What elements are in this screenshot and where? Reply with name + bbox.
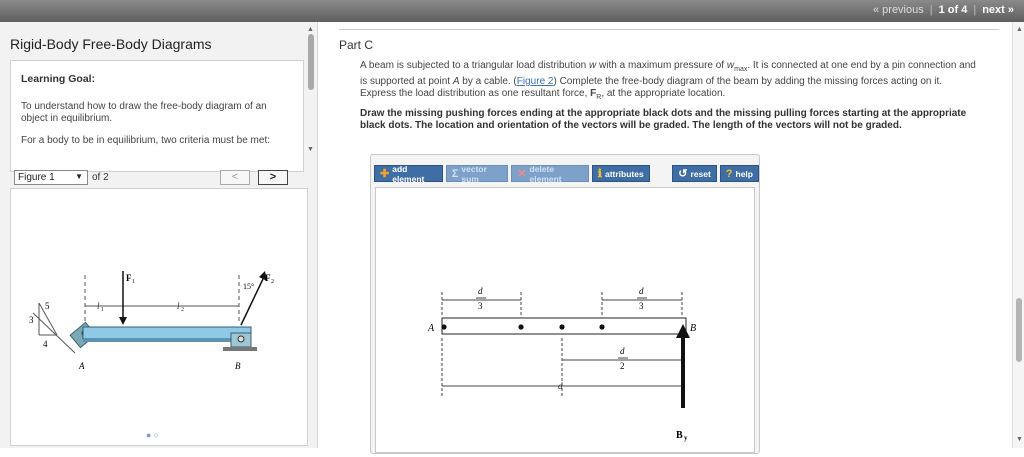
desc-text: by a cable. ( [459,76,517,87]
dim-d-label: d [558,381,563,391]
beam-figure: 5 3 4 A B l 1 l 2 F 1 F 2 15° [29,271,274,371]
pager-separator: | [973,4,977,16]
next-figure-button[interactable]: > [258,170,288,185]
drawing-toolbar: ✚ add element Σvector sum ✕ delete element… [374,163,759,184]
previous-link[interactable]: « previous [873,4,924,16]
page-position: 1 of 4 [938,4,968,16]
vector-sum-label: vector sum [461,163,487,184]
dim-d-label: d [620,346,625,356]
scroll-down-icon[interactable]: ▼ [1016,436,1023,443]
dim-3-label: 3 [639,301,644,311]
force-by-shaft[interactable] [681,334,685,408]
sigma-icon: Σ [451,167,459,180]
divider [339,29,999,30]
learning-goal-scrollbar[interactable]: ▲ ▼ [306,26,316,156]
fbd-canvas-svg: A B d 3 d 3 d 2 d B y [427,286,696,442]
point-a-symbol: A [452,76,460,87]
label-by: B [676,430,683,441]
desc-text: , at the appropriate location. [601,88,726,99]
figure-page-dots[interactable]: ●○ [146,430,161,440]
figure-navigation: Figure 1 ▼ of 2 < > [10,168,310,188]
problem-description: A beam is subjected to a triangular load… [360,60,980,104]
scroll-up-icon[interactable]: ▲ [307,26,314,33]
next-link[interactable]: next » [982,4,1014,16]
canvas-label-b: B [690,323,696,334]
learning-goal-text-2: For a body to be in equilibrium, two cri… [21,135,270,146]
dim-d-label: d [478,286,483,296]
pin-b [237,335,245,343]
pager-separator: | [929,4,933,16]
figure-select-value: Figure 1 [18,172,55,183]
drawing-canvas[interactable]: A B d 3 d 3 d 2 d B y [375,187,755,453]
label-b: B [235,361,241,371]
wmax-subscript: max [734,66,748,73]
figure-count: of 2 [92,172,109,183]
label-by-sub: y [684,434,688,442]
pager: « previous | 1 of 4 | next » [873,4,1014,16]
label-f2-sub: 2 [271,279,274,285]
dim-3-label: 3 [478,301,483,311]
scroll-up-icon[interactable]: ▲ [1016,26,1023,33]
desc-text: A beam is subjected to a triangular load… [360,60,590,71]
x-icon: ✕ [517,168,527,180]
page-scrollbar-thumb[interactable] [1016,298,1022,362]
instructions: Draw the missing pushing forces ending a… [360,108,967,131]
attributes-button[interactable]: ℹ attributes [591,165,650,182]
dim-d-label: d [639,286,644,296]
slope-four-label: 4 [43,339,48,349]
label-f1-sub: 1 [132,279,135,285]
chevron-down-icon: ▼ [75,172,83,181]
learning-goal-heading: Learning Goal: [21,73,96,85]
label-l1-sub: 1 [101,307,104,313]
desc-text: with a maximum pressure of [596,60,727,71]
attach-dot-a[interactable] [441,324,447,330]
figure-select[interactable]: Figure 1 ▼ [14,170,88,185]
page-scrollbar[interactable]: ▲ ▼ [1012,22,1024,448]
top-navigation-bar: « previous | 1 of 4 | next » [0,0,1024,22]
help-label: help [735,168,753,179]
beam-shadow [83,339,251,342]
info-icon: ℹ [597,168,602,180]
delete-element-label: delete element [529,163,562,184]
attach-dot[interactable] [599,324,605,330]
label-angle: 15° [243,282,254,291]
delete-element-button[interactable]: ✕ delete element [511,163,589,184]
beam [82,326,252,340]
canvas-label-a: A [427,323,435,334]
attach-dot[interactable] [559,324,565,330]
force-f1-head [119,317,127,325]
vector-sum-button[interactable]: Σvector sum [445,163,509,184]
label-a: A [78,361,85,371]
plus-icon: ✚ [380,168,390,180]
reset-label: reset [690,168,711,179]
left-panel: Rigid-Body Free-Body Diagrams Learning G… [0,22,318,448]
reset-button[interactable]: ↺ reset [672,165,717,182]
slope-five-label: 5 [45,301,50,311]
fbd-workspace: ✚ add element Σvector sum ✕ delete element… [370,154,760,454]
label-l2-sub: 2 [181,307,184,313]
help-button[interactable]: ? help [719,165,759,182]
scroll-down-icon[interactable]: ▼ [307,146,314,153]
previous-figure-button[interactable]: < [220,170,250,185]
reset-icon: ↺ [678,168,688,180]
figure-2-link[interactable]: Figure 2 [517,76,554,87]
learning-goal-box[interactable]: Learning Goal: To understand how to draw… [10,60,304,172]
attach-dot[interactable] [518,324,524,330]
scrollbar-thumb[interactable] [308,34,314,90]
dim-2-label: 2 [620,361,625,371]
attributes-label: attributes [604,168,644,179]
learning-goal-text-1: To understand how to draw the free-body … [21,101,267,124]
part-title: Part C [339,38,374,52]
add-element-label: add element [392,163,425,184]
main-panel: Part C A beam is subjected to a triangul… [330,22,1014,454]
slope-three-label: 3 [29,315,34,325]
ground-b [223,347,257,351]
sidebar-title: Rigid-Body Free-Body Diagrams [10,36,212,52]
add-element-button[interactable]: ✚ add element [374,163,443,184]
question-icon: ? [725,167,733,180]
figure-panel: 5 3 4 A B l 1 l 2 F 1 F 2 15° [10,188,308,446]
